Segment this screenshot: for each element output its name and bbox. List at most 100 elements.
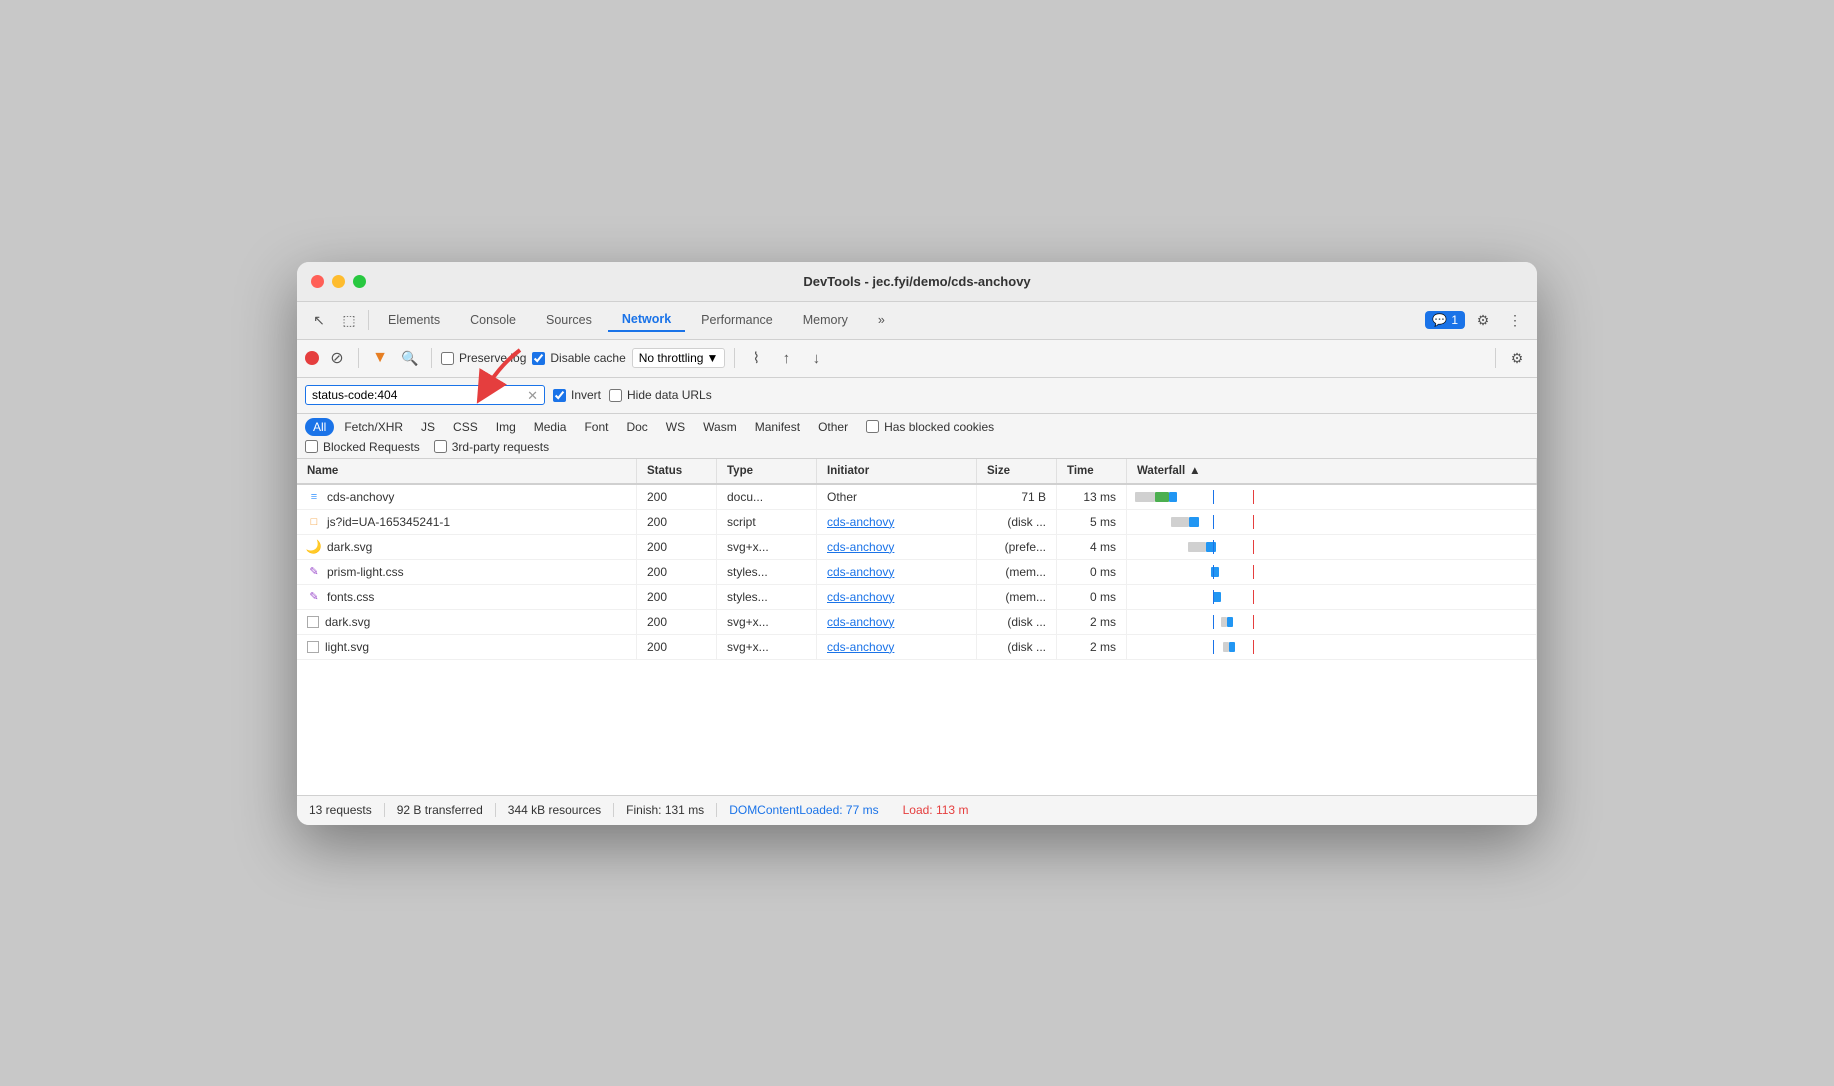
- blocked-requests-label[interactable]: Blocked Requests: [305, 440, 420, 454]
- cell-initiator[interactable]: cds-anchovy: [817, 610, 977, 634]
- throttle-select[interactable]: No throttling ▼: [632, 348, 726, 368]
- preserve-log-label[interactable]: Preserve log: [441, 351, 526, 365]
- titlebar: DevTools - jec.fyi/demo/cds-anchovy: [297, 262, 1537, 302]
- cell-initiator[interactable]: cds-anchovy: [817, 510, 977, 534]
- has-blocked-cookies-checkbox[interactable]: [866, 420, 879, 433]
- throttle-text: No throttling: [639, 351, 704, 365]
- has-blocked-cookies-text: Has blocked cookies: [884, 420, 994, 434]
- col-size[interactable]: Size: [977, 459, 1057, 483]
- col-type[interactable]: Type: [717, 459, 817, 483]
- cell-status: 200: [637, 510, 717, 534]
- cell-time: 13 ms: [1057, 485, 1127, 509]
- col-time[interactable]: Time: [1057, 459, 1127, 483]
- tab-network[interactable]: Network: [608, 308, 685, 332]
- network-table: Name Status Type Initiator Size Time Wat…: [297, 459, 1537, 795]
- type-ws[interactable]: WS: [658, 418, 693, 436]
- load-time: Load: 113 m: [891, 803, 981, 817]
- preserve-log-checkbox[interactable]: [441, 352, 454, 365]
- tab-elements[interactable]: Elements: [374, 309, 454, 331]
- cell-size: (disk ...: [977, 610, 1057, 634]
- cell-type: script: [717, 510, 817, 534]
- table-row[interactable]: 🌙 dark.svg 200 svg+x... cds-anchovy (pre…: [297, 535, 1537, 560]
- download-icon[interactable]: ↓: [804, 346, 828, 370]
- type-css[interactable]: CSS: [445, 418, 486, 436]
- filter-input[interactable]: [312, 388, 523, 402]
- more-options-icon[interactable]: ⋮: [1501, 306, 1529, 334]
- type-other[interactable]: Other: [810, 418, 856, 436]
- col-waterfall[interactable]: Waterfall ▲: [1127, 459, 1537, 483]
- cell-time: 2 ms: [1057, 610, 1127, 634]
- type-all[interactable]: All: [305, 418, 334, 436]
- cell-initiator[interactable]: cds-anchovy: [817, 560, 977, 584]
- cell-initiator[interactable]: cds-anchovy: [817, 635, 977, 659]
- tab-console[interactable]: Console: [456, 309, 530, 331]
- tab-sources[interactable]: Sources: [532, 309, 606, 331]
- doc-icon: ≡: [307, 490, 321, 504]
- col-status[interactable]: Status: [637, 459, 717, 483]
- cell-waterfall: [1127, 485, 1537, 509]
- network-toolbar: ⊘ ▼ 🔍 Preserve log Disable cache No thro…: [297, 340, 1537, 378]
- third-party-checkbox[interactable]: [434, 440, 447, 453]
- chat-badge[interactable]: 💬 1: [1425, 311, 1465, 329]
- hide-data-urls-label[interactable]: Hide data URLs: [609, 388, 712, 402]
- type-js[interactable]: JS: [413, 418, 443, 436]
- layers-icon[interactable]: ⬚: [335, 306, 363, 334]
- svg-empty-icon: [307, 616, 319, 628]
- search-icon[interactable]: 🔍: [398, 346, 422, 370]
- maximize-button[interactable]: [353, 275, 366, 288]
- disable-cache-checkbox[interactable]: [532, 352, 545, 365]
- svg-light-icon: [307, 641, 319, 653]
- table-row[interactable]: ✎ fonts.css 200 styles... cds-anchovy (m…: [297, 585, 1537, 610]
- type-wasm[interactable]: Wasm: [695, 418, 745, 436]
- type-font[interactable]: Font: [576, 418, 616, 436]
- network-settings-icon[interactable]: ⚙: [1505, 346, 1529, 370]
- clear-button[interactable]: ⊘: [325, 346, 349, 370]
- type-media[interactable]: Media: [526, 418, 575, 436]
- cell-size: (disk ...: [977, 510, 1057, 534]
- devtools-settings-icon[interactable]: ⚙: [1469, 306, 1497, 334]
- blocked-requests-checkbox[interactable]: [305, 440, 318, 453]
- tab-performance[interactable]: Performance: [687, 309, 787, 331]
- invert-label[interactable]: Invert: [553, 388, 601, 402]
- cell-name: ≡ cds-anchovy: [297, 485, 637, 509]
- tab-memory[interactable]: Memory: [789, 309, 862, 331]
- close-button[interactable]: [311, 275, 324, 288]
- cell-initiator: Other: [817, 485, 977, 509]
- wifi-icon[interactable]: ⌇: [744, 346, 768, 370]
- type-manifest[interactable]: Manifest: [747, 418, 808, 436]
- filter-icon[interactable]: ▼: [368, 346, 392, 370]
- filter-clear-button[interactable]: ✕: [527, 389, 538, 402]
- tab-more[interactable]: »: [864, 309, 899, 331]
- cell-status: 200: [637, 610, 717, 634]
- cell-waterfall: [1127, 510, 1537, 534]
- table-row[interactable]: ≡ cds-anchovy 200 docu... Other 71 B 13 …: [297, 485, 1537, 510]
- table-row[interactable]: □ js?id=UA-165345241-1 200 script cds-an…: [297, 510, 1537, 535]
- cell-size: (mem...: [977, 585, 1057, 609]
- upload-icon[interactable]: ↑: [774, 346, 798, 370]
- invert-checkbox[interactable]: [553, 389, 566, 402]
- col-initiator[interactable]: Initiator: [817, 459, 977, 483]
- table-row[interactable]: dark.svg 200 svg+x... cds-anchovy (disk …: [297, 610, 1537, 635]
- type-img[interactable]: Img: [488, 418, 524, 436]
- filter-input-wrap: ✕: [305, 385, 545, 405]
- resources-size: 344 kB resources: [496, 803, 614, 817]
- disable-cache-label[interactable]: Disable cache: [532, 351, 625, 365]
- has-blocked-cookies-label[interactable]: Has blocked cookies: [866, 420, 994, 434]
- col-name[interactable]: Name: [297, 459, 637, 483]
- cell-initiator[interactable]: cds-anchovy: [817, 535, 977, 559]
- hide-data-urls-checkbox[interactable]: [609, 389, 622, 402]
- cell-name: light.svg: [297, 635, 637, 659]
- record-button[interactable]: [305, 351, 319, 365]
- type-fetch-xhr[interactable]: Fetch/XHR: [336, 418, 411, 436]
- table-row[interactable]: ✎ prism-light.css 200 styles... cds-anch…: [297, 560, 1537, 585]
- minimize-button[interactable]: [332, 275, 345, 288]
- cell-name: 🌙 dark.svg: [297, 535, 637, 559]
- type-doc[interactable]: Doc: [618, 418, 655, 436]
- cell-name: ✎ fonts.css: [297, 585, 637, 609]
- third-party-label[interactable]: 3rd-party requests: [434, 440, 549, 454]
- cursor-icon[interactable]: ↖: [305, 306, 333, 334]
- chat-icon: 💬: [1432, 313, 1447, 327]
- cell-initiator[interactable]: cds-anchovy: [817, 585, 977, 609]
- cell-waterfall: [1127, 535, 1537, 559]
- table-row[interactable]: light.svg 200 svg+x... cds-anchovy (disk…: [297, 635, 1537, 660]
